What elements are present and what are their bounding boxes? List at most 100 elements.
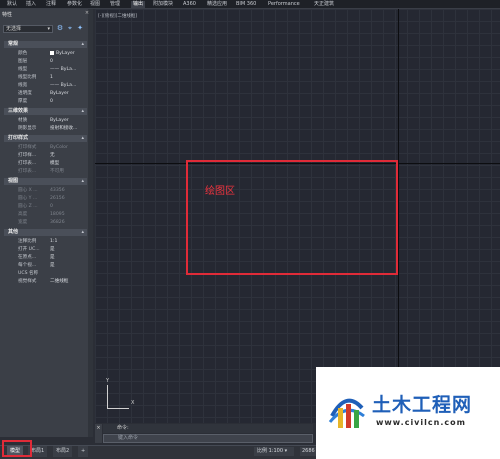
- property-row[interactable]: 颜色 ByLayer: [4, 50, 87, 58]
- palette-close-button[interactable]: ×: [84, 10, 90, 16]
- ribbon-tab[interactable]: 管理: [110, 1, 120, 8]
- section-title: 打印样式: [8, 135, 29, 141]
- property-label: 打印样式: [18, 145, 37, 150]
- property-row[interactable]: 每个视... 是: [4, 262, 87, 270]
- layout-tab[interactable]: +: [78, 446, 89, 457]
- viewport-controls-label[interactable]: [-][俯视][二维线框]: [98, 13, 137, 19]
- drawing-area-label: 绘图区: [205, 186, 235, 197]
- property-label: 在原点...: [18, 255, 37, 260]
- property-row[interactable]: 圆心 Z ... 0: [4, 203, 87, 211]
- property-label: 每个视...: [18, 263, 37, 268]
- layout-tab[interactable]: 布局2: [53, 446, 73, 457]
- ribbon-tab[interactable]: 参数化: [67, 1, 82, 8]
- property-row[interactable]: 图层 0: [4, 58, 87, 66]
- section-title: 视图: [8, 178, 19, 184]
- ribbon-tab[interactable]: 输出: [131, 1, 146, 8]
- command-close-button[interactable]: ×: [95, 424, 102, 443]
- palette-section-header[interactable]: 视图 ▴: [4, 178, 87, 185]
- property-row[interactable]: 打开 UC... 是: [4, 246, 87, 254]
- property-value-text: 模型: [50, 161, 60, 166]
- section-title: 其他: [8, 229, 19, 235]
- section-title: 三维效果: [8, 108, 29, 114]
- palette-section-header[interactable]: 常规 ▴: [4, 41, 87, 48]
- property-value: 是: [50, 254, 55, 262]
- property-label: 材质: [18, 118, 28, 123]
- property-label: 宽度: [18, 220, 28, 225]
- property-row[interactable]: 打印表... 不可用: [4, 168, 87, 176]
- property-value: 无: [50, 152, 55, 160]
- collapse-icon[interactable]: ▴: [81, 178, 84, 185]
- property-row[interactable]: 圆心 X ... 43356: [4, 187, 87, 195]
- color-swatch-icon: [50, 50, 54, 55]
- palette-section-header[interactable]: 打印样式 ▴: [4, 135, 87, 142]
- select-objects-icon[interactable]: ⌖: [66, 24, 74, 33]
- property-row[interactable]: 视觉样式 二维线框: [4, 278, 87, 286]
- property-label: 注释比例: [18, 239, 37, 244]
- property-value-text: ByColor: [50, 145, 68, 150]
- property-value-text: 0: [50, 204, 53, 209]
- property-row[interactable]: 阴影显示 投射和接收...: [4, 125, 87, 133]
- property-row[interactable]: 高度 18095: [4, 211, 87, 219]
- collapse-icon[interactable]: ▴: [81, 135, 84, 142]
- watermark-name: 土木工程网: [372, 394, 473, 416]
- ribbon-tab[interactable]: 视图: [90, 1, 100, 8]
- ribbon-tab[interactable]: A360: [183, 1, 196, 8]
- selection-dropdown[interactable]: 无选择 ▾: [3, 25, 53, 33]
- property-label: 线宽: [18, 83, 28, 88]
- quick-select-icon[interactable]: ⚙: [56, 24, 64, 33]
- command-input[interactable]: 键入命令: [103, 434, 313, 443]
- property-value: 二维线框: [50, 278, 68, 286]
- property-row[interactable]: 在原点... 是: [4, 254, 87, 262]
- property-label: 打印表...: [18, 161, 37, 166]
- property-value: 模型: [50, 160, 59, 168]
- ribbon-tab[interactable]: BIM 360: [236, 1, 256, 8]
- property-row[interactable]: 线宽 —— ByLa...: [4, 82, 87, 90]
- collapse-icon[interactable]: ▴: [81, 108, 84, 115]
- property-label: 线型比例: [18, 75, 37, 80]
- property-value-text: 无: [50, 153, 55, 158]
- property-value: ByColor: [50, 144, 68, 152]
- property-row[interactable]: UCS 名称: [4, 270, 87, 278]
- annotation-scale-dropdown[interactable]: 比例 1:100 ▾: [254, 447, 294, 456]
- property-row[interactable]: 线型 —— ByLa...: [4, 66, 87, 74]
- command-history: 命令:: [103, 424, 313, 433]
- drawing-area-highlight: [186, 160, 398, 275]
- property-row[interactable]: 打印样... 无: [4, 152, 87, 160]
- property-value: ByLayer: [50, 50, 75, 58]
- property-row[interactable]: 厚度 0: [4, 98, 87, 106]
- ribbon-tab[interactable]: 附加模块: [153, 1, 173, 8]
- property-row[interactable]: 打印表... 模型: [4, 160, 87, 168]
- ribbon-tab[interactable]: 天正建筑: [314, 1, 334, 8]
- selection-value: 无选择: [6, 26, 22, 32]
- property-row[interactable]: 材质 ByLayer: [4, 117, 87, 125]
- palette-section-header[interactable]: 其他 ▴: [4, 229, 87, 236]
- ucs-y-label: Y: [106, 378, 110, 384]
- property-value-text: ByLayer: [50, 91, 69, 96]
- property-label: 阴影显示: [18, 126, 37, 131]
- property-row[interactable]: 线型比例 1: [4, 74, 87, 82]
- property-value: ByLayer: [50, 90, 69, 98]
- property-value-text: 0: [50, 59, 53, 64]
- property-row[interactable]: 注释比例 1:1: [4, 238, 87, 246]
- collapse-icon[interactable]: ▴: [81, 41, 84, 48]
- property-label: 圆心 Z ...: [18, 204, 38, 209]
- ribbon-tab[interactable]: 插入: [26, 1, 36, 8]
- ribbon-tab[interactable]: 注释: [46, 1, 56, 8]
- property-row[interactable]: 透明度 ByLayer: [4, 90, 87, 98]
- palette-side-strip[interactable]: [88, 9, 93, 437]
- property-label: 打开 UC...: [18, 247, 40, 252]
- ribbon-tab[interactable]: Performance: [268, 1, 300, 8]
- property-value-text: 是: [50, 263, 55, 268]
- property-value: 投射和接收...: [50, 125, 77, 133]
- toggle-pickadd-icon[interactable]: ✦: [76, 24, 84, 33]
- property-row[interactable]: 宽度 36826: [4, 219, 87, 227]
- property-label: 线型: [18, 67, 28, 72]
- property-label: 视觉样式: [18, 279, 37, 284]
- property-row[interactable]: 圆心 Y ... 26156: [4, 195, 87, 203]
- collapse-icon[interactable]: ▴: [81, 229, 84, 236]
- palette-section-header[interactable]: 三维效果 ▴: [4, 108, 87, 115]
- property-row[interactable]: 打印样式 ByColor: [4, 144, 87, 152]
- ribbon-tab[interactable]: 默认: [7, 1, 17, 8]
- ribbon-tab[interactable]: 精选应用: [207, 1, 227, 8]
- property-value: 43356: [50, 187, 65, 195]
